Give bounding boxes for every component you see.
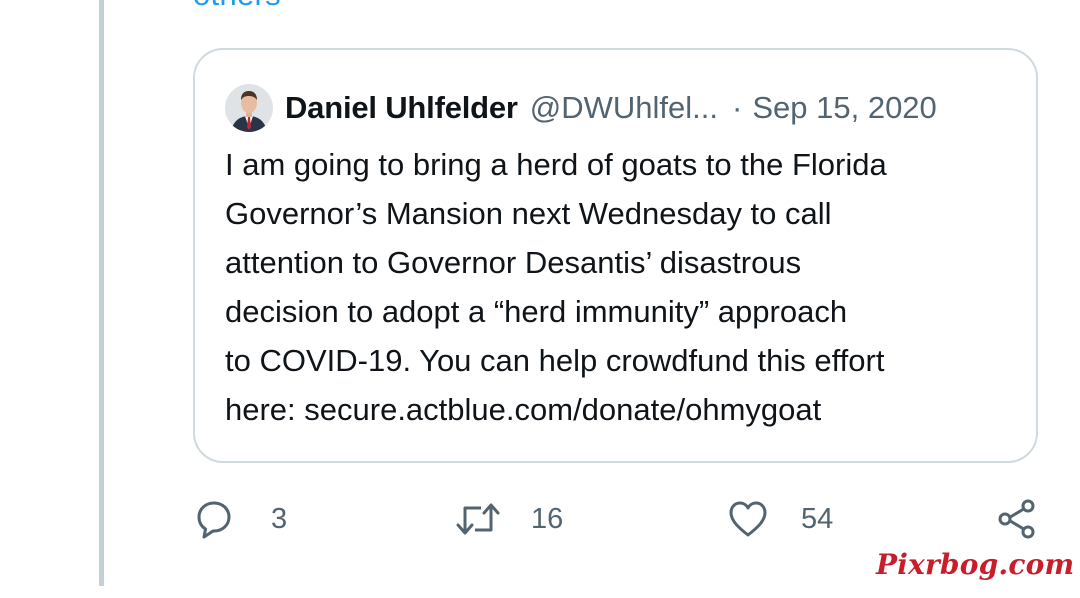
share-button[interactable] <box>996 498 1038 540</box>
tweet-text-line: attention to Governor Desantis’ disastro… <box>225 245 802 280</box>
retweet-count: 16 <box>531 502 564 535</box>
tweet-text-line: decision to adopt a “herd immunity” appr… <box>225 294 848 329</box>
tweet-text-line: Governor’s Mansion next Wednesday to cal… <box>225 196 832 231</box>
share-icon <box>998 499 1035 539</box>
author-avatar[interactable] <box>225 84 273 132</box>
tweet-text-line: I am going to bring a herd of goats to t… <box>225 147 887 182</box>
quoted-tweet-header: Daniel Uhlfelder @DWUhlfel... · Sep 15, … <box>225 83 937 133</box>
retweet-button[interactable]: 16 <box>455 498 563 540</box>
like-button[interactable]: 54 <box>727 498 833 540</box>
post-date[interactable]: Sep 15, 2020 <box>752 90 936 126</box>
reply-icon <box>197 501 231 539</box>
watermark-text: Pixrbog.com <box>876 548 1075 581</box>
tweet-text-line: here: secure.actblue.com/donate/ohmygoat <box>225 392 822 427</box>
header-separator: · <box>732 90 743 125</box>
tweet-screen: others Daniel Uhlfelder @DWUhlfel... · S… <box>0 0 1080 598</box>
retweet-icon <box>456 503 500 535</box>
cutoff-link-text[interactable]: others <box>193 0 281 12</box>
quoted-tweet-text: I am going to bring a herd of goats to t… <box>225 140 1025 434</box>
author-handle[interactable]: @DWUhlfel... <box>530 90 718 126</box>
heart-icon <box>729 501 767 537</box>
quoted-tweet-card[interactable]: Daniel Uhlfelder @DWUhlfel... · Sep 15, … <box>193 48 1038 463</box>
author-name[interactable]: Daniel Uhlfelder <box>285 90 518 126</box>
reply-button[interactable]: 3 <box>193 498 287 540</box>
like-count: 54 <box>801 502 834 535</box>
tweet-text-line: to COVID-19. You can help crowdfund this… <box>225 343 885 378</box>
reply-count: 3 <box>271 502 288 535</box>
thread-connector-line <box>99 0 104 586</box>
